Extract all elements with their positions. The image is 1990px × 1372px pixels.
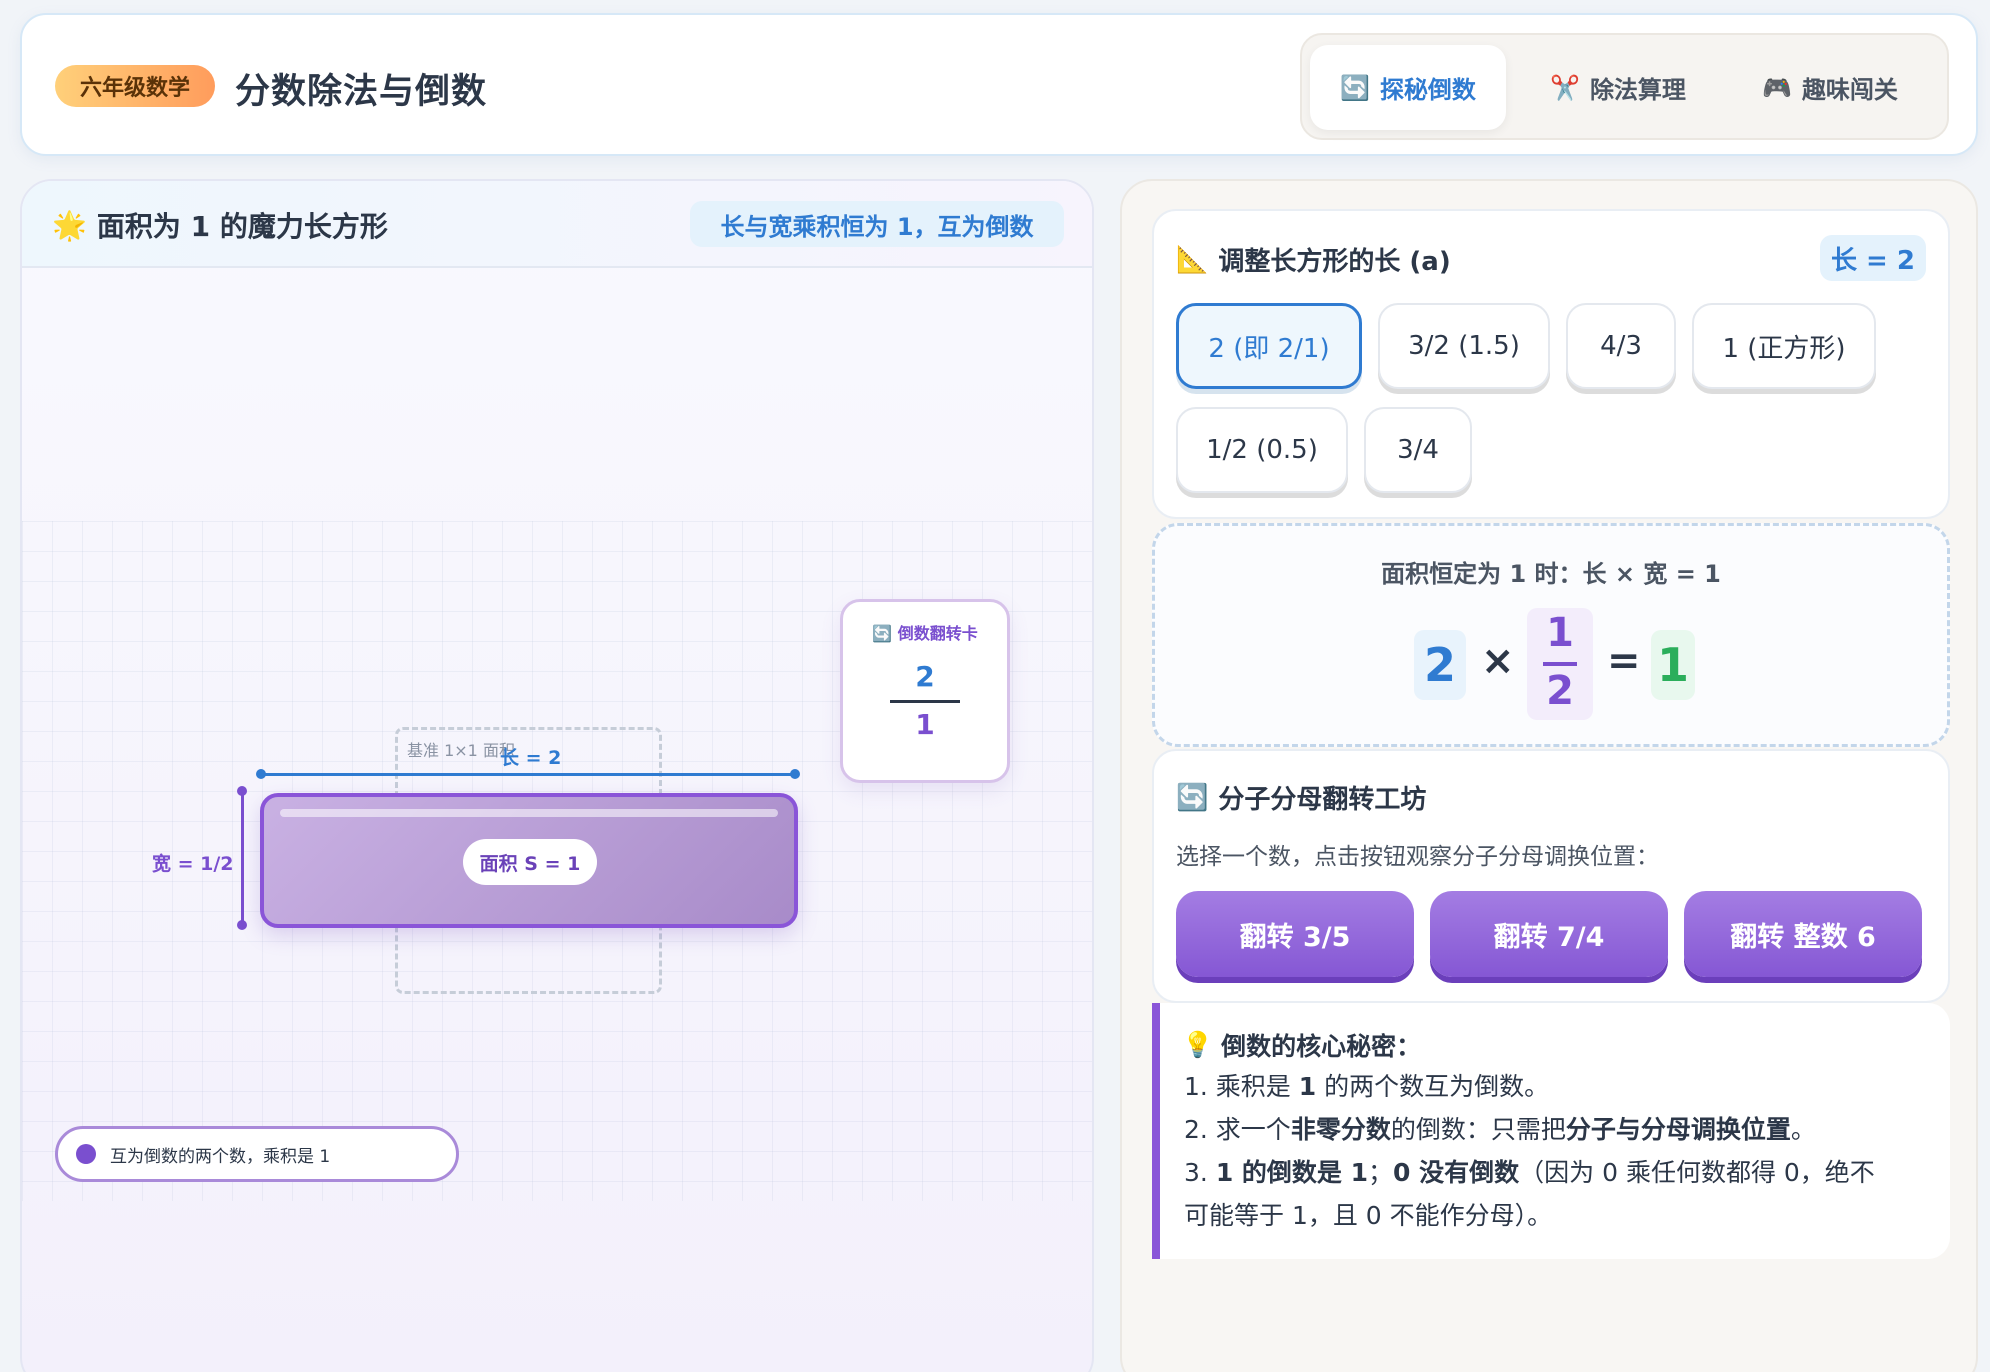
rule-emphasis: 0 没有倒数 — [1393, 1158, 1520, 1187]
fraction-bar — [1543, 662, 1577, 666]
area-label: 面积 S = 1 — [463, 839, 597, 885]
rule-text: 的倒数：只需把 — [1390, 1115, 1566, 1144]
flip-3-5-button[interactable]: 翻转 3/5 — [1176, 891, 1414, 977]
flip-card-title: 🔄 倒数翻转卡 — [843, 620, 1007, 644]
tab-division-reasoning[interactable]: ✂️ 除法算理 — [1520, 45, 1716, 130]
lightbulb-icon: 💡 — [1182, 1030, 1214, 1059]
length-option-3-4[interactable]: 3/4 — [1364, 407, 1472, 493]
reference-square-label: 基准 1×1 面积 — [407, 741, 515, 760]
gamepad-icon: 🎮 — [1762, 73, 1792, 102]
formula-card: 面积恒定为 1 时：长 × 宽 = 1 2 × 1 2 = 1 — [1152, 523, 1950, 747]
control-panel: 📐 调整长方形的长 (a) 长 = 2 2 (即 2/1) 3/2 (1.5) … — [1120, 179, 1978, 1372]
fraction-bar — [890, 700, 960, 703]
sparkle-star-icon: 🌟 — [52, 208, 87, 242]
tab-explore-reciprocal[interactable]: 🔄 探秘倒数 — [1310, 45, 1506, 130]
workshop-title: 🔄 分子分母翻转工坊 — [1176, 779, 1426, 816]
rule-text: 的两个数互为倒数。 — [1316, 1072, 1550, 1101]
grade-badge: 六年级数学 — [55, 65, 215, 107]
length-option-4-3[interactable]: 4/3 — [1566, 303, 1676, 389]
formula-times-sign: × — [1481, 638, 1515, 684]
length-adjust-card: 📐 调整长方形的长 (a) 长 = 2 2 (即 2/1) 3/2 (1.5) … — [1152, 209, 1950, 519]
triangle-ruler-icon: 📐 — [1176, 244, 1209, 275]
legend-dot — [76, 1144, 96, 1164]
rule-emphasis: 分子与分母调换位置 — [1565, 1115, 1791, 1144]
formula-equals-sign: = — [1607, 638, 1641, 684]
length-option-2[interactable]: 2 (即 2/1) — [1176, 303, 1362, 389]
flip-card-numerator: 2 — [915, 660, 935, 693]
legend-text: 互为倒数的两个数，乘积是 1 — [110, 1146, 331, 1167]
rule-emphasis: 1 — [1298, 1072, 1317, 1101]
secret-rule-1: 1. 乘积是 1 的两个数互为倒数。 — [1184, 1065, 1944, 1108]
adjust-title: 📐 调整长方形的长 (a) — [1176, 241, 1451, 278]
formula-caption: 面积恒定为 1 时：长 × 宽 = 1 — [1381, 560, 1721, 588]
workshop-description: 选择一个数，点击按钮观察分子分母调换位置： — [1176, 844, 1659, 870]
length-option-1-2[interactable]: 1/2 (0.5) — [1176, 407, 1348, 493]
refresh-icon: 🔄 — [1176, 782, 1209, 813]
flip-card-title-text: 倒数翻转卡 — [897, 624, 978, 643]
current-length-badge: 长 = 2 — [1820, 235, 1926, 281]
length-label: 长 = 2 — [500, 747, 562, 769]
product-hint-badge: 长与宽乘积恒为 1，互为倒数 — [690, 201, 1064, 247]
refresh-icon: 🔄 — [872, 624, 893, 643]
rule-text: （因为 0 乘任何数都得 0，绝不 — [1519, 1158, 1875, 1187]
length-dimension-line — [256, 769, 800, 779]
refresh-icon: 🔄 — [1340, 73, 1370, 102]
tab-label: 趣味闯关 — [1801, 76, 1898, 104]
tab-label: 探秘倒数 — [1379, 76, 1476, 104]
scissors-icon: ✂️ — [1550, 73, 1580, 102]
flip-integer-6-button[interactable]: 翻转 整数 6 — [1684, 891, 1922, 977]
width-dimension-line — [237, 786, 247, 930]
rule-text: 2. 求一个 — [1184, 1115, 1291, 1144]
width-denominator: 2 — [1546, 668, 1574, 714]
visual-panel-title: 🌟 面积为 1 的魔力长方形 — [52, 205, 388, 245]
formula-length-value: 2 — [1414, 630, 1466, 700]
length-option-3-2[interactable]: 3/2 (1.5) — [1378, 303, 1550, 389]
tab-label: 除法算理 — [1589, 76, 1686, 104]
legend: 互为倒数的两个数，乘积是 1 — [55, 1126, 459, 1182]
adjust-title-text: 调整长方形的长 (a) — [1218, 247, 1451, 277]
rule-text: 。 — [1790, 1115, 1816, 1144]
tab-bar: 🔄 探秘倒数 ✂️ 除法算理 🎮 趣味闯关 — [1300, 33, 1949, 140]
length-option-1[interactable]: 1 (正方形) — [1692, 303, 1876, 389]
rule-text: ； — [1368, 1158, 1394, 1187]
page-title: 分数除法与倒数 — [235, 72, 488, 112]
formula-width-fraction: 1 2 — [1527, 608, 1593, 720]
rule-emphasis: 1 的倒数是 1 — [1215, 1158, 1369, 1187]
visual-panel-header: 🌟 面积为 1 的魔力长方形 长与宽乘积恒为 1，互为倒数 — [22, 181, 1092, 268]
secret-rule-3: 3. 1 的倒数是 1；0 没有倒数（因为 0 乘任何数都得 0，绝不 — [1184, 1151, 1944, 1194]
reciprocal-secret-card: 💡 倒数的核心秘密： 1. 乘积是 1 的两个数互为倒数。 2. 求一个非零分数… — [1152, 1003, 1950, 1259]
rule-text: 3. — [1184, 1158, 1216, 1187]
formula-result: 1 — [1651, 630, 1695, 700]
flip-workshop-card: 🔄 分子分母翻转工坊 选择一个数，点击按钮观察分子分母调换位置： 翻转 3/5 … — [1152, 749, 1950, 1003]
secret-rule-2: 2. 求一个非零分数的倒数：只需把分子与分母调换位置。 — [1184, 1108, 1944, 1151]
visual-panel: 🌟 面积为 1 的魔力长方形 长与宽乘积恒为 1，互为倒数 基准 1×1 面积 … — [20, 179, 1094, 1372]
rule-text: 1. 乘积是 — [1184, 1072, 1299, 1101]
secret-rule-3-continued: 可能等于 1，且 0 不能作分母）。 — [1184, 1201, 1553, 1230]
workshop-title-text: 分子分母翻转工坊 — [1218, 785, 1427, 815]
rule-emphasis: 非零分数 — [1290, 1115, 1391, 1144]
visual-title-text: 面积为 1 的魔力长方形 — [96, 210, 388, 243]
width-label: 宽 = 1/2 — [152, 853, 234, 875]
reciprocal-flip-card[interactable]: 🔄 倒数翻转卡 2 1 — [840, 599, 1010, 783]
magic-rectangle: 面积 S = 1 — [260, 793, 798, 928]
width-numerator: 1 — [1546, 610, 1574, 656]
header-bar: 六年级数学 分数除法与倒数 🔄 探秘倒数 ✂️ 除法算理 🎮 趣味闯关 — [20, 13, 1978, 156]
secret-title: 💡 倒数的核心秘密： — [1182, 1027, 1421, 1063]
flip-7-4-button[interactable]: 翻转 7/4 — [1430, 891, 1668, 977]
rectangle-highlight — [280, 809, 778, 817]
flip-card-denominator: 1 — [915, 708, 935, 741]
secret-title-text: 倒数的核心秘密： — [1221, 1032, 1422, 1061]
tab-fun-challenge[interactable]: 🎮 趣味闯关 — [1732, 45, 1928, 130]
